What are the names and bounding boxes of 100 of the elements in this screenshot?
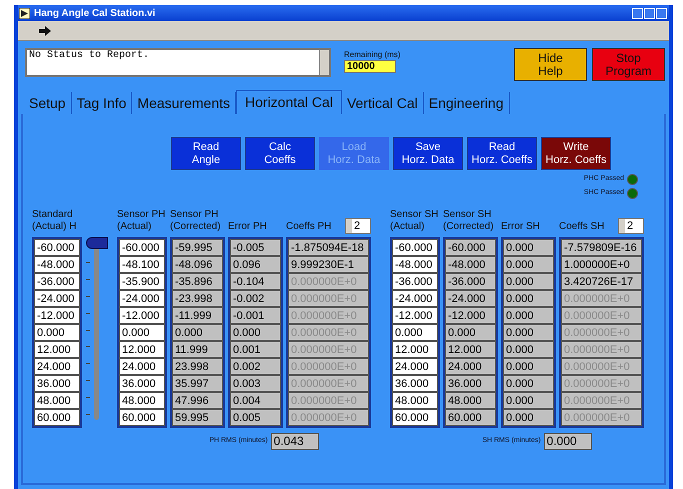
table-cell[interactable]: 60.000 bbox=[34, 409, 80, 426]
table-cell[interactable]: -24.000 bbox=[119, 290, 165, 307]
table-cell[interactable]: -48.100 bbox=[119, 256, 165, 273]
tick-mark bbox=[86, 278, 90, 280]
table-cell[interactable]: 0.000 bbox=[392, 324, 438, 341]
table-cell: -24.000 bbox=[445, 290, 496, 307]
table-cell[interactable]: 60.000 bbox=[392, 409, 438, 426]
table-cell: 0.000 bbox=[503, 324, 554, 341]
tick-mark bbox=[86, 414, 90, 415]
tick-mark bbox=[86, 346, 90, 348]
slider-thumb[interactable] bbox=[86, 237, 108, 249]
table-cell[interactable]: 12.000 bbox=[392, 341, 438, 358]
action-button[interactable]: Read Angle bbox=[171, 137, 241, 170]
table-cell[interactable]: 0.000 bbox=[119, 324, 165, 341]
table-cell[interactable]: 36.000 bbox=[392, 375, 438, 392]
table-cell[interactable]: -12.000 bbox=[34, 307, 80, 324]
table-cell: 3.420726E-17 bbox=[561, 273, 642, 290]
column-header: Coeffs SH bbox=[559, 221, 604, 233]
table-cell[interactable]: -48.000 bbox=[34, 256, 80, 273]
table-cell[interactable]: -36.000 bbox=[34, 273, 80, 290]
rms-indicator: 0.000 bbox=[544, 433, 592, 450]
tick-mark bbox=[86, 296, 90, 297]
table-cell: 0.000 bbox=[230, 324, 281, 341]
table-cell: 0.000 bbox=[503, 273, 554, 290]
program-button[interactable]: Stop Program bbox=[592, 48, 665, 81]
table-cell[interactable]: 24.000 bbox=[392, 358, 438, 375]
table-cell: 0.000 bbox=[503, 392, 554, 409]
tab[interactable]: Horizontal Cal bbox=[236, 90, 342, 114]
order-spinner[interactable]: 2 bbox=[345, 218, 371, 234]
table-cell: 59.995 bbox=[172, 409, 223, 426]
program-button[interactable]: Hide Help bbox=[514, 48, 587, 81]
table-cell[interactable]: 24.000 bbox=[119, 358, 165, 375]
tick-mark bbox=[86, 397, 90, 398]
run-arrow-icon[interactable] bbox=[38, 24, 52, 36]
tab[interactable]: Engineering bbox=[424, 92, 510, 114]
tab[interactable]: Tag Info bbox=[72, 92, 132, 114]
column-header: Sensor PH (Corrected) bbox=[170, 209, 221, 233]
app-icon bbox=[19, 8, 30, 18]
action-button[interactable]: Save Horz. Data bbox=[393, 137, 463, 170]
table-cell[interactable]: 60.000 bbox=[119, 409, 165, 426]
table-cell: 0.000 bbox=[503, 375, 554, 392]
column-header: Sensor SH (Corrected) bbox=[443, 209, 494, 233]
table-cell[interactable]: 48.000 bbox=[392, 392, 438, 409]
column-header: Sensor SH (Actual) bbox=[390, 209, 438, 233]
table-cell: 0.000 bbox=[445, 324, 496, 341]
tick-mark bbox=[86, 312, 90, 314]
table-cell: -11.999 bbox=[172, 307, 223, 324]
tab[interactable]: Vertical Cal bbox=[342, 92, 424, 114]
table-cell[interactable]: 12.000 bbox=[119, 341, 165, 358]
table-cell[interactable]: -24.000 bbox=[34, 290, 80, 307]
tick-mark bbox=[86, 363, 90, 364]
table-cell: -0.104 bbox=[230, 273, 281, 290]
table-cell: -60.000 bbox=[445, 239, 496, 256]
table-cell[interactable]: -12.000 bbox=[119, 307, 165, 324]
status-field[interactable]: No Status to Report. bbox=[25, 48, 331, 77]
table-cell[interactable]: -35.900 bbox=[119, 273, 165, 290]
table-cell[interactable]: -12.000 bbox=[392, 307, 438, 324]
table-cell[interactable]: -60.000 bbox=[119, 239, 165, 256]
table-cell: 60.000 bbox=[445, 409, 496, 426]
table-cell: -12.000 bbox=[445, 307, 496, 324]
table-cell[interactable]: 48.000 bbox=[34, 392, 80, 409]
column-header: Sensor PH (Actual) bbox=[117, 209, 166, 233]
remaining-indicator: 10000 bbox=[344, 60, 396, 73]
column-header: Error PH bbox=[228, 221, 267, 233]
column-header: Standard (Actual) H bbox=[32, 209, 76, 233]
minimize-button[interactable] bbox=[632, 8, 643, 18]
table-cell: 11.999 bbox=[172, 341, 223, 358]
tab[interactable]: Setup bbox=[24, 92, 72, 114]
table-cell[interactable]: 36.000 bbox=[34, 375, 80, 392]
table-cell: -23.998 bbox=[172, 290, 223, 307]
table-cell[interactable]: -36.000 bbox=[392, 273, 438, 290]
table-cell[interactable]: -48.000 bbox=[392, 256, 438, 273]
table-cell[interactable]: 12.000 bbox=[34, 341, 80, 358]
remaining-label: Remaining (ms) bbox=[344, 50, 400, 60]
action-button[interactable]: Calc Coeffs bbox=[245, 137, 315, 170]
table-cell[interactable]: 24.000 bbox=[34, 358, 80, 375]
table-cell: 0.002 bbox=[230, 358, 281, 375]
order-spinner[interactable]: 2 bbox=[618, 218, 644, 234]
status-text: No Status to Report. bbox=[28, 50, 150, 63]
table-cell[interactable]: 0.000 bbox=[34, 324, 80, 341]
table-cell: 0.000 bbox=[172, 324, 223, 341]
table-cell[interactable]: -60.000 bbox=[34, 239, 80, 256]
column-header: Coeffs PH bbox=[286, 221, 332, 233]
table-cell[interactable]: 48.000 bbox=[119, 392, 165, 409]
table-cell[interactable]: 36.000 bbox=[119, 375, 165, 392]
action-button[interactable]: Write Horz. Coeffs bbox=[541, 137, 611, 170]
close-button[interactable] bbox=[656, 8, 667, 18]
table-cell: -35.896 bbox=[172, 273, 223, 290]
table-cell: -0.005 bbox=[230, 239, 281, 256]
table-cell: 0.000 bbox=[503, 358, 554, 375]
table-cell: 0.001 bbox=[230, 341, 281, 358]
table-cell: 48.000 bbox=[445, 392, 496, 409]
action-button[interactable]: Read Horz. Coeffs bbox=[467, 137, 537, 170]
window-title: Hang Angle Cal Station.vi bbox=[34, 6, 156, 20]
maximize-button[interactable] bbox=[644, 8, 655, 18]
table-cell: -36.000 bbox=[445, 273, 496, 290]
table-cell[interactable]: -24.000 bbox=[392, 290, 438, 307]
table-cell[interactable]: -60.000 bbox=[392, 239, 438, 256]
table-cell: 23.998 bbox=[172, 358, 223, 375]
rms-indicator: 0.043 bbox=[270, 433, 319, 450]
